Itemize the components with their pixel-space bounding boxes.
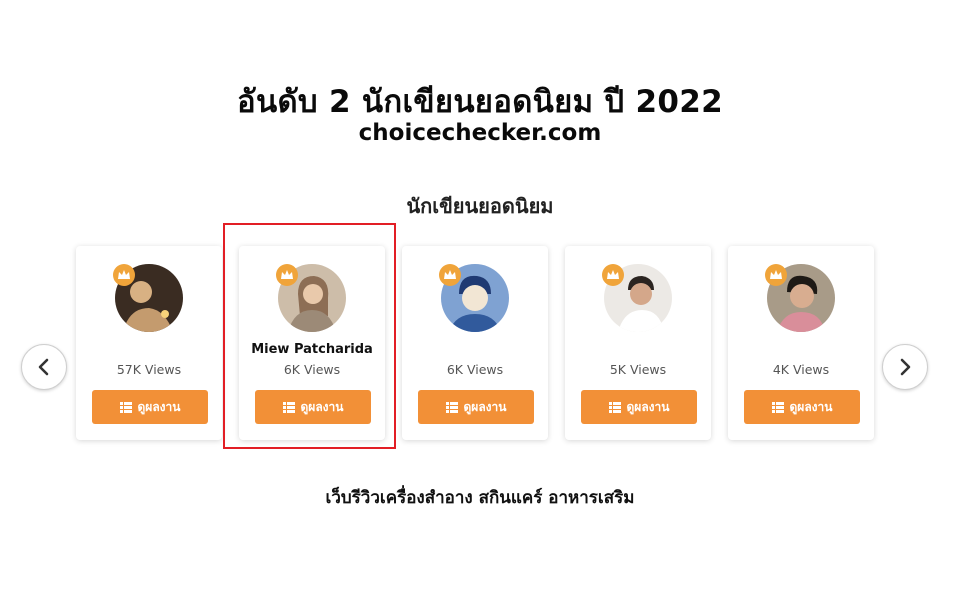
view-works-button[interactable]: ดูผลงาน <box>418 390 534 424</box>
writer-views: 5K Views <box>609 362 667 377</box>
view-works-label: ดูผลงาน <box>789 399 833 414</box>
chevron-right-icon <box>900 358 911 376</box>
writer-views: 6K Views <box>446 362 504 377</box>
crown-icon <box>765 264 787 286</box>
writer-views: 4K Views <box>772 362 830 377</box>
crown-icon <box>602 264 624 286</box>
view-works-button[interactable]: ดูผลงาน <box>581 390 697 424</box>
section-title: นักเขียนยอดนิยม <box>406 194 554 218</box>
list-icon <box>119 401 132 413</box>
highlight-frame <box>223 223 396 449</box>
tagline: เว็บรีวิวเครื่องสำอาง สกินแคร์ อาหารเสริ… <box>325 488 635 508</box>
writer-views: 57K Views <box>116 362 182 377</box>
page-title: อันดับ 2 นักเขียนยอดนิยม ปี 2022 <box>237 84 723 120</box>
carousel-next-button[interactable] <box>882 344 928 390</box>
view-works-label: ดูผลงาน <box>626 399 670 414</box>
view-works-label: ดูผลงาน <box>137 399 181 414</box>
view-works-button[interactable]: ดูผลงาน <box>92 390 208 424</box>
writer-card: 57K Views ดูผลงาน <box>76 246 222 440</box>
crown-icon <box>439 264 461 286</box>
list-icon <box>608 401 621 413</box>
writer-card: 4K Views ดูผลงาน <box>728 246 874 440</box>
list-icon <box>771 401 784 413</box>
view-works-button[interactable]: ดูผลงาน <box>744 390 860 424</box>
writer-card: 6K Views ดูผลงาน <box>402 246 548 440</box>
chevron-left-icon <box>38 358 49 376</box>
carousel-prev-button[interactable] <box>21 344 67 390</box>
site-name: choicechecker.com <box>358 120 602 146</box>
crown-icon <box>113 264 135 286</box>
view-works-label: ดูผลงาน <box>463 399 507 414</box>
list-icon <box>445 401 458 413</box>
writer-card: 5K Views ดูผลงาน <box>565 246 711 440</box>
